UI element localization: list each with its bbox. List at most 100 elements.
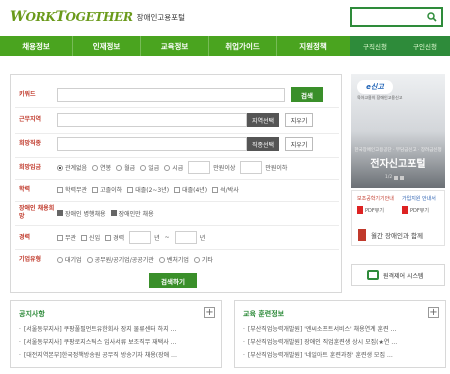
subscription-guide: 가입지원 안내서 PDF뷰기 bbox=[402, 195, 448, 214]
notice-title: 공지사항 bbox=[19, 310, 45, 318]
job-type-field[interactable] bbox=[57, 137, 247, 151]
more-plus-icon[interactable]: + bbox=[428, 307, 439, 318]
search-input[interactable] bbox=[352, 9, 424, 25]
checkbox-icon bbox=[127, 186, 134, 193]
site-logo[interactable]: WORKTOGETHER 장애인고용포털 bbox=[10, 9, 185, 25]
checkbox-icon bbox=[92, 186, 99, 193]
disabled-hiring-row: 장애인 채용희망 장애인 병행채용 장애인만 채용 bbox=[11, 205, 341, 221]
keyword-search-button[interactable]: 검색 bbox=[291, 87, 323, 102]
radio-icon bbox=[140, 164, 147, 171]
remote-control-button[interactable]: 원격제어 시스템 bbox=[351, 264, 445, 286]
apply-employer-link[interactable]: 구인신청 bbox=[400, 36, 450, 56]
nav-item-policy[interactable]: 지원정책 bbox=[277, 36, 349, 56]
career-option-any[interactable]: 무관 bbox=[57, 233, 76, 242]
divider bbox=[15, 179, 339, 180]
checkbox-icon bbox=[212, 186, 219, 193]
radio-icon bbox=[116, 164, 123, 171]
divider bbox=[15, 133, 339, 134]
edu-option-graduate[interactable]: 석/박사 bbox=[212, 185, 239, 194]
job-type-clear-button[interactable]: 지우기 bbox=[285, 137, 313, 151]
wage-max-input[interactable] bbox=[240, 161, 263, 174]
wage-option-daily[interactable]: 일급 bbox=[140, 163, 159, 172]
wage-option-hourly[interactable]: 시급 bbox=[164, 163, 183, 172]
logo-letter: W bbox=[10, 9, 26, 25]
list-item[interactable]: [부산직업능력개발원] '네일아트 훈련과정' 훈련생 모집 … bbox=[243, 349, 441, 362]
company-option-venture[interactable]: 벤처기업 bbox=[158, 255, 189, 264]
banner-page-indicator: 1/2 bbox=[385, 175, 393, 180]
job-type-row: 희망직종 직종선택 지우기 bbox=[11, 137, 341, 151]
checkbox-icon bbox=[57, 186, 63, 193]
career-max-input[interactable] bbox=[174, 231, 197, 244]
career-option-experienced[interactable]: 경력 bbox=[105, 233, 124, 242]
checkbox-icon bbox=[57, 234, 63, 241]
wage-option-annual[interactable]: 연봉 bbox=[92, 163, 111, 172]
edu-option-college[interactable]: 대졸(2~3년) bbox=[127, 185, 169, 194]
pager-next-icon[interactable] bbox=[400, 175, 405, 180]
radio-icon bbox=[164, 164, 171, 171]
keyword-input[interactable] bbox=[57, 87, 285, 102]
logo-subtitle: 장애인고용포털 bbox=[136, 12, 185, 22]
list-item[interactable]: [부산직업능력개발원] 장애인 직업훈련생 상시 모집(★연 … bbox=[243, 336, 441, 349]
wage-option-any[interactable]: 관계없음 bbox=[57, 163, 87, 172]
banner-pager[interactable]: 1/2 bbox=[385, 175, 405, 180]
list-item[interactable]: [서울동부지사] 쿠팡풀필먼트유한회사 장지 물류센터 하지 … bbox=[19, 323, 217, 336]
wage-option-monthly[interactable]: 월급 bbox=[116, 163, 135, 172]
region-field[interactable] bbox=[57, 113, 247, 127]
disabled-option-parallel[interactable]: 장애인 병행채용 bbox=[57, 209, 106, 218]
career-row: 경력 무관 신입 경력 년 ~ 년 bbox=[11, 231, 341, 244]
nav-item-guide[interactable]: 취업가이드 bbox=[209, 36, 276, 56]
region-row: 근무지역 지역선택 지우기 bbox=[11, 113, 341, 127]
list-item[interactable]: [서울동부지사] 쿠팡로지스틱스 입사서류 보조직무 재택사 … bbox=[19, 336, 217, 349]
edu-option-university[interactable]: 대졸(4년) bbox=[174, 185, 207, 194]
career-min-input[interactable] bbox=[129, 231, 152, 244]
radio-icon bbox=[92, 164, 99, 171]
more-plus-icon[interactable]: + bbox=[204, 307, 215, 318]
career-option-new[interactable]: 신입 bbox=[81, 233, 100, 242]
education-label: 학력 bbox=[19, 185, 31, 193]
divider bbox=[15, 157, 339, 158]
submit-search-button[interactable]: 검색하기 bbox=[149, 273, 197, 288]
company-option-public[interactable]: 공무원/공기업/공공기관 bbox=[86, 255, 154, 264]
notice-list: [서울동부지사] 쿠팡풀필먼트유한회사 장지 물류센터 하지 … [서울동부지사… bbox=[19, 323, 217, 362]
list-item[interactable]: [부산직업능력개발원] '엔씨소프트서비스' 채용연계 훈련 … bbox=[243, 323, 441, 336]
edu-option-any[interactable]: 학력무관 bbox=[57, 185, 87, 194]
job-type-label: 희망직종 bbox=[19, 140, 42, 147]
header: WORKTOGETHER 장애인고용포털 bbox=[0, 0, 450, 36]
guide-title: 가입지원 안내서 bbox=[402, 196, 436, 202]
edu-option-highschool[interactable]: 고졸이하 bbox=[92, 185, 122, 194]
remote-control-label: 원격제어 시스템 bbox=[383, 272, 424, 280]
disabled-hiring-label: 장애인 채용희망 bbox=[19, 205, 55, 220]
nav-item-talent[interactable]: 인재정보 bbox=[73, 36, 140, 56]
banner-title: 전자신고포털 bbox=[370, 159, 426, 170]
region-label: 근무지역 bbox=[19, 116, 42, 123]
list-item[interactable]: [대전지역본부]한국정책방송원 공무직 방송기자 채용(장애 … bbox=[19, 349, 217, 362]
disabled-option-only[interactable]: 장애인만 채용 bbox=[110, 209, 154, 218]
nav-item-education[interactable]: 교육정보 bbox=[141, 36, 208, 56]
divider bbox=[15, 225, 339, 226]
wage-max-unit: 만원이하 bbox=[265, 165, 288, 172]
pdf-link[interactable]: PDF뷰기 bbox=[402, 206, 448, 214]
wage-min-input[interactable] bbox=[188, 161, 211, 174]
career-max-unit: 년 bbox=[199, 235, 206, 242]
pdf-link[interactable]: PDF뷰기 bbox=[357, 206, 403, 214]
pager-prev-icon[interactable] bbox=[394, 175, 399, 180]
search-icon[interactable] bbox=[425, 10, 439, 24]
company-type-row: 기업유형 대기업 공무원/공기업/공공기관 벤처기업 기타 bbox=[11, 255, 341, 265]
region-clear-button[interactable]: 지우기 bbox=[285, 113, 313, 127]
nav-item-jobs[interactable]: 채용정보 bbox=[0, 36, 72, 56]
header-search bbox=[350, 7, 443, 27]
job-type-select-button[interactable]: 직종선택 bbox=[247, 137, 279, 151]
logo-letters: ORK bbox=[25, 10, 56, 24]
banner-tag-subtitle: 육아고용이 장애인고용신고 bbox=[357, 95, 403, 100]
apply-jobseeker-link[interactable]: 구직신청 bbox=[350, 36, 400, 56]
monthly-magazine-link[interactable]: 월간 장애인과 함께 bbox=[358, 229, 423, 241]
e-report-banner[interactable]: e신고 육아고용이 장애인고용신고 한국장애인고용공단 · 부담금신고 · 장려… bbox=[351, 74, 445, 188]
company-option-large[interactable]: 대기업 bbox=[57, 255, 82, 264]
training-list: [부산직업능력개발원] '엔씨소프트서비스' 채용연계 훈련 … [부산직업능력… bbox=[243, 323, 441, 362]
career-tilde: ~ bbox=[164, 234, 170, 241]
company-option-other[interactable]: 기타 bbox=[193, 255, 213, 264]
magazine-title: 월간 장애인과 함께 bbox=[371, 232, 423, 240]
divider bbox=[15, 107, 339, 108]
monitor-icon bbox=[367, 270, 379, 280]
region-select-button[interactable]: 지역선택 bbox=[247, 113, 279, 127]
